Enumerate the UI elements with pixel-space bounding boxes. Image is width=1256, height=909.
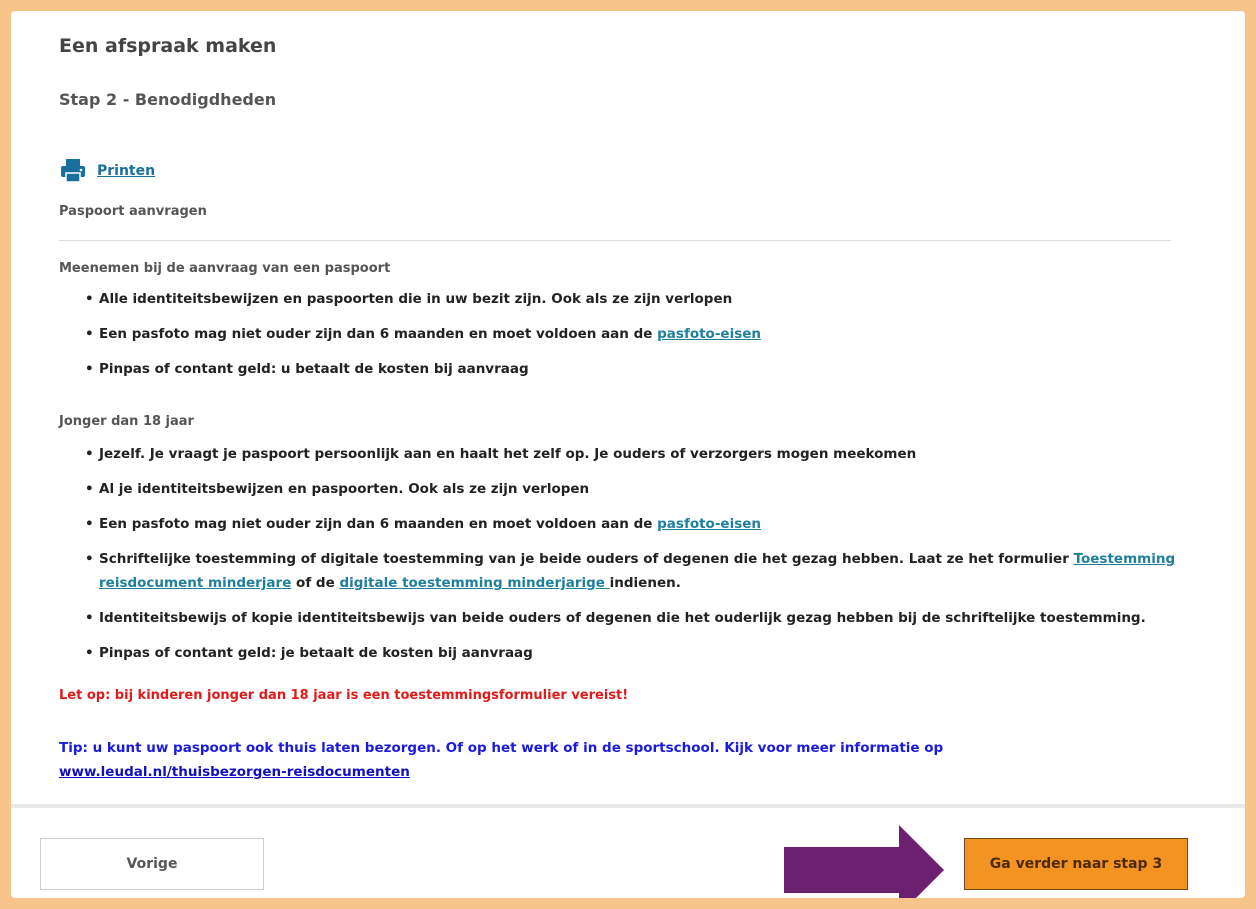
list-item-text: Een pasfoto mag niet ouder zijn dan 6 ma… [99, 516, 658, 532]
section-title: Paspoort aanvragen [59, 204, 207, 219]
list-item: Al je identiteitsbewijzen en paspoorten.… [85, 477, 1189, 501]
tip-body: Tip: u kunt uw paspoort ook thuis laten … [59, 740, 944, 756]
list-item: Identiteitsbewijs of kopie identiteitsbe… [85, 606, 1189, 630]
tip-text: Tip: u kunt uw paspoort ook thuis laten … [59, 736, 1159, 784]
step-title: Stap 2 - Benodigdheden [59, 90, 277, 109]
list-item: Jezelf. Je vraagt je paspoort persoonlij… [85, 442, 1189, 466]
adult-requirements-list: Alle identiteitsbewijzen en paspoorten d… [59, 287, 1189, 392]
list-item-text: Schriftelijke toestemming of digitale to… [99, 551, 1074, 567]
list-item: Een pasfoto mag niet ouder zijn dan 6 ma… [85, 322, 1189, 346]
section-divider [59, 240, 1171, 241]
printer-icon[interactable] [59, 158, 87, 184]
warning-text: Let op: bij kinderen jonger dan 18 jaar … [59, 688, 629, 703]
next-step-button[interactable]: Ga verder naar stap 3 [964, 838, 1188, 890]
minor-requirements-list: Jezelf. Je vraagt je paspoort persoonlij… [59, 442, 1189, 676]
list-item: Schriftelijke toestemming of digitale to… [85, 547, 1189, 595]
adult-heading: Meenemen bij de aanvraag van een paspoor… [59, 261, 391, 276]
list-item: Alle identiteitsbewijzen en paspoorten d… [85, 287, 1189, 311]
page-title: Een afspraak maken [59, 35, 277, 57]
print-action[interactable]: Printen [59, 158, 155, 184]
list-item: Pinpas of contant geld: je betaalt de ko… [85, 641, 1189, 665]
step-footer: Vorige Ga verder naar stap 3 [11, 804, 1245, 898]
list-item-text: indienen. [609, 575, 681, 591]
list-item-text: of de [291, 575, 340, 591]
thuisbezorgen-link[interactable]: www.leudal.nl/thuisbezorgen-reisdocument… [59, 764, 410, 780]
list-item: Een pasfoto mag niet ouder zijn dan 6 ma… [85, 512, 1189, 536]
previous-button[interactable]: Vorige [40, 838, 264, 890]
appointment-panel: Een afspraak maken Stap 2 - Benodigdhede… [11, 11, 1245, 898]
list-item: Pinpas of contant geld: u betaalt de kos… [85, 357, 1189, 381]
list-item-text: Een pasfoto mag niet ouder zijn dan 6 ma… [99, 326, 658, 342]
minor-heading: Jonger dan 18 jaar [59, 414, 194, 429]
pasfoto-eisen-link[interactable]: pasfoto-eisen [657, 326, 761, 342]
print-link[interactable]: Printen [97, 163, 155, 179]
digitale-toestemming-link[interactable]: digitale toestemming minderjarige [339, 575, 609, 591]
right-arrow-icon [784, 825, 944, 898]
pasfoto-eisen-link[interactable]: pasfoto-eisen [657, 516, 761, 532]
